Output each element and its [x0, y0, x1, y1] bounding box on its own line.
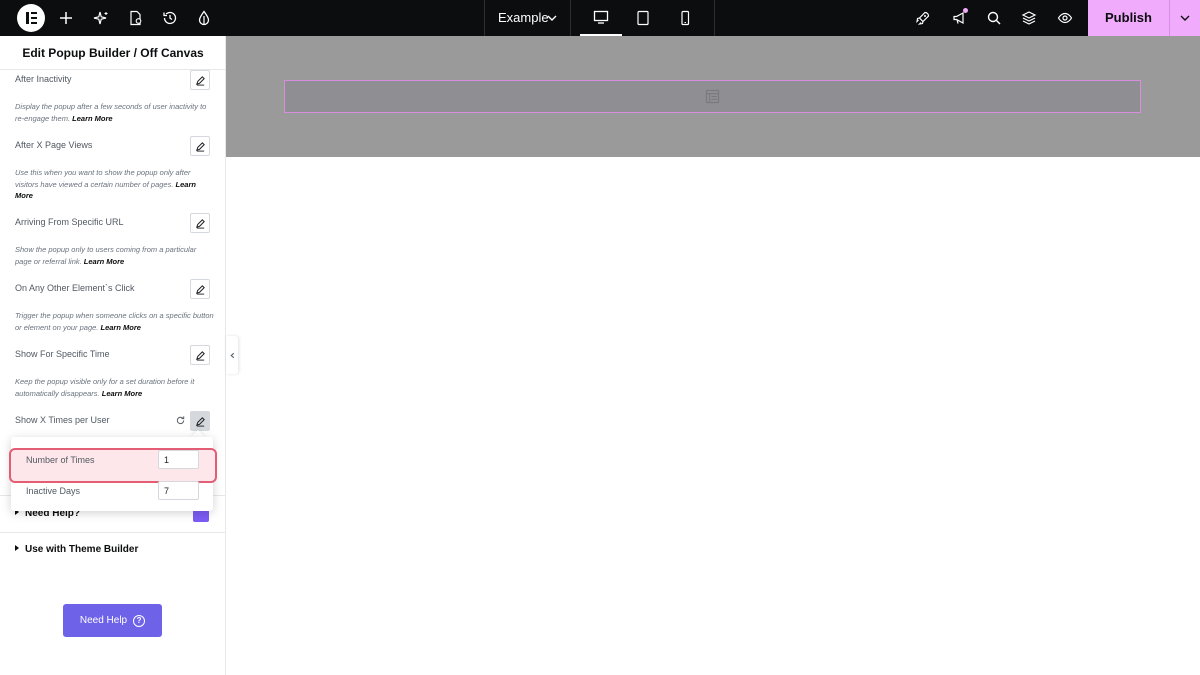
- edit-after-inactivity-button[interactable]: [190, 70, 210, 90]
- reset-icon[interactable]: [175, 415, 186, 426]
- control-description: Keep the popup visible only for a set du…: [15, 377, 195, 398]
- control-description: Use this when you want to show the popup…: [15, 168, 196, 200]
- elementor-logo[interactable]: [17, 4, 45, 32]
- pencil-icon: [195, 350, 205, 361]
- collapse-panel-button[interactable]: [226, 336, 238, 374]
- question-icon: ?: [133, 614, 146, 627]
- edit-element-click-button[interactable]: [190, 279, 210, 299]
- panel-title: Edit Popup Builder / Off Canvas: [0, 36, 225, 70]
- control-label: After Inactivity: [15, 74, 72, 84]
- top-bar: Example Publish: [0, 0, 1200, 36]
- publish-options-button[interactable]: [1169, 0, 1200, 36]
- need-help-label: Need Help: [79, 615, 128, 626]
- inactive-days-label: Inactive Days: [26, 486, 81, 496]
- notification-dot: [963, 8, 968, 13]
- template-widget-icon: [705, 89, 720, 104]
- control-label: Show For Specific Time: [15, 349, 110, 359]
- help-badge-icon: [193, 510, 209, 522]
- need-help-button[interactable]: Need Help ?: [63, 604, 162, 637]
- separator: [714, 0, 715, 36]
- number-of-times-input[interactable]: [158, 450, 199, 469]
- divider: [0, 532, 226, 533]
- pencil-icon: [195, 218, 205, 229]
- control-label: On Any Other Element`s Click: [15, 283, 135, 293]
- plus-icon[interactable]: [56, 8, 76, 28]
- control-description: Display the popup after a few seconds of…: [15, 102, 207, 123]
- number-of-times-label: Number of Times: [26, 455, 95, 465]
- publish-button[interactable]: Publish: [1088, 0, 1169, 36]
- chevron-left-icon: [229, 352, 234, 358]
- control-label: Show X Times per User: [15, 415, 110, 425]
- tablet-icon[interactable]: [622, 0, 664, 36]
- preview-eye-icon[interactable]: [1055, 8, 1075, 28]
- pencil-icon: [195, 75, 205, 86]
- history-icon[interactable]: [160, 8, 180, 28]
- chevron-down-icon[interactable]: [546, 12, 558, 24]
- control-description: Show the popup only to users coming from…: [15, 245, 197, 266]
- ai-sparkle-icon[interactable]: [91, 8, 111, 28]
- rocket-icon[interactable]: [913, 8, 933, 28]
- chevron-down-icon: [1180, 15, 1190, 21]
- layers-icon[interactable]: [1019, 8, 1039, 28]
- pencil-icon: [195, 416, 205, 427]
- pencil-icon: [195, 141, 205, 152]
- desktop-icon[interactable]: [580, 0, 622, 36]
- caret-right-icon: [15, 545, 19, 552]
- control-label: After X Page Views: [15, 140, 93, 150]
- control-description: Trigger the popup when someone clicks on…: [15, 311, 214, 332]
- edit-times-per-user-button[interactable]: [190, 411, 210, 431]
- section-theme-builder[interactable]: Use with Theme Builder: [15, 544, 138, 555]
- inactive-days-input[interactable]: [158, 481, 199, 500]
- learn-more-link[interactable]: Learn More: [102, 389, 142, 398]
- control-label: Arriving From Specific URL: [15, 217, 124, 227]
- learn-more-link[interactable]: Learn More: [84, 257, 124, 266]
- edit-page-views-button[interactable]: [190, 136, 210, 156]
- learn-more-link[interactable]: Learn More: [72, 114, 112, 123]
- search-icon[interactable]: [984, 8, 1004, 28]
- document-name[interactable]: Example: [498, 0, 549, 36]
- separator: [570, 0, 571, 36]
- separator: [484, 0, 485, 36]
- learn-more-link[interactable]: Learn More: [100, 323, 140, 332]
- section-title: Use with Theme Builder: [25, 544, 139, 555]
- edit-specific-time-button[interactable]: [190, 345, 210, 365]
- pencil-icon: [195, 284, 205, 295]
- site-settings-icon[interactable]: [194, 8, 214, 28]
- page-settings-icon[interactable]: [126, 8, 146, 28]
- mobile-icon[interactable]: [664, 0, 706, 36]
- edit-specific-url-button[interactable]: [190, 213, 210, 233]
